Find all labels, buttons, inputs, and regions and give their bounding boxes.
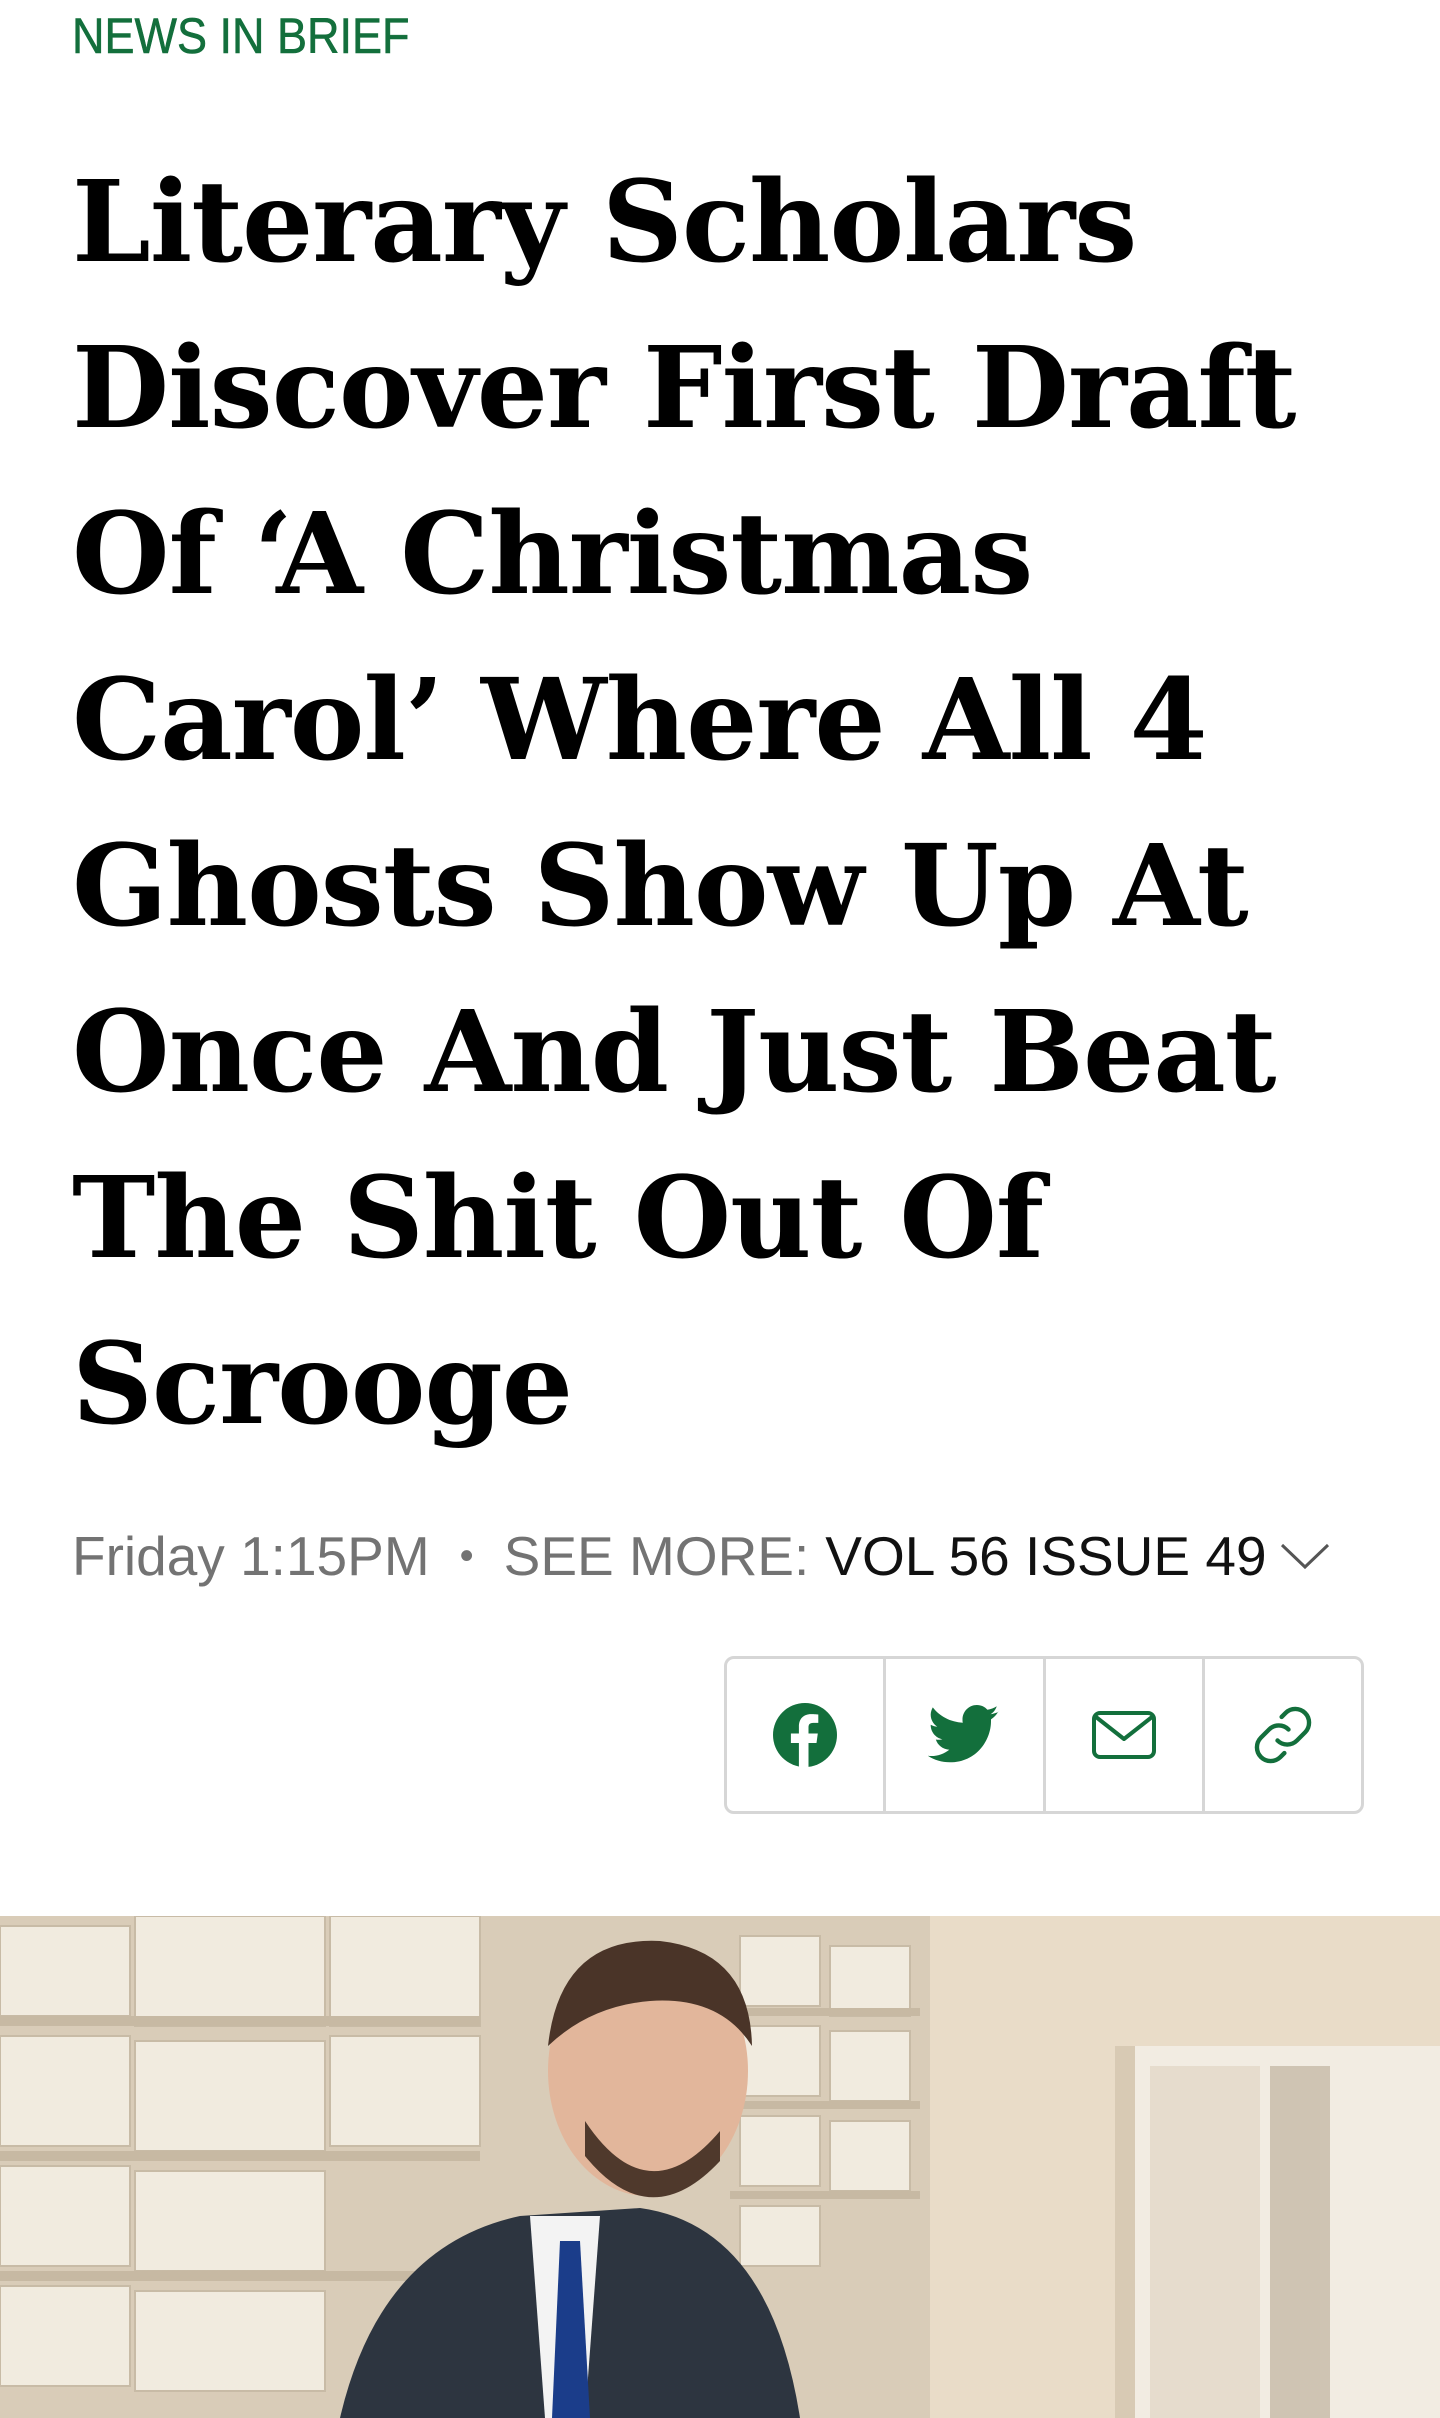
publish-date: Friday 1:15PM <box>72 1525 430 1587</box>
section-label[interactable]: NEWS IN BRIEF <box>72 6 410 66</box>
share-email-button[interactable] <box>1046 1659 1205 1811</box>
issue-label: VOL 56 ISSUE 49 <box>825 1525 1267 1587</box>
facebook-icon <box>772 1702 838 1768</box>
article-headline: Literary Scholars Discover First Draft O… <box>72 157 1296 1450</box>
see-more-label: SEE MORE: <box>503 1525 810 1587</box>
hero-photo-illustration <box>0 1916 1440 2418</box>
share-toolbar <box>724 1656 1364 1814</box>
chevron-down-icon <box>1279 1541 1331 1571</box>
copy-link-button[interactable] <box>1205 1659 1361 1811</box>
issue-dropdown[interactable]: VOL 56 ISSUE 49 <box>825 1524 1330 1588</box>
article-meta: Friday 1:15PM • SEE MORE: VOL 56 ISSUE 4… <box>72 1516 1331 1596</box>
email-icon <box>1091 1710 1157 1760</box>
share-twitter-button[interactable] <box>886 1659 1046 1811</box>
twitter-icon <box>928 1705 1000 1765</box>
share-facebook-button[interactable] <box>727 1659 887 1811</box>
hero-image <box>0 1916 1440 2418</box>
link-icon <box>1250 1702 1316 1768</box>
meta-separator: • <box>459 1533 474 1578</box>
